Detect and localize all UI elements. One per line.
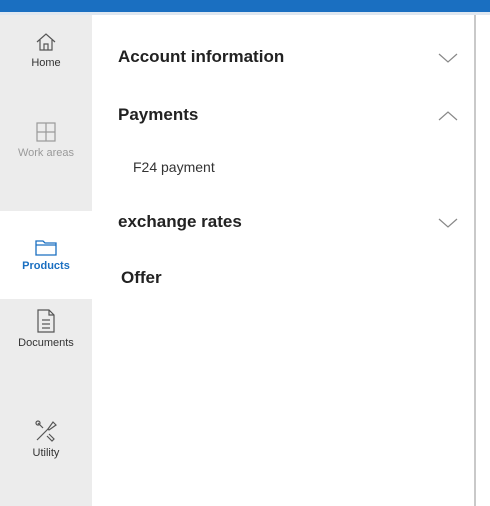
rail-item-documents[interactable]: Documents — [0, 309, 92, 349]
top-accent-bar — [0, 0, 490, 12]
rail-label-utility: Utility — [32, 447, 60, 459]
rail-label-home: Home — [31, 57, 61, 69]
rail-item-products[interactable]: Products — [0, 211, 92, 299]
rail-item-home[interactable]: Home — [0, 31, 92, 69]
rail-item-work-areas[interactable]: Work areas — [0, 121, 92, 159]
menu-item-f24-payment[interactable]: F24 payment — [133, 159, 215, 175]
rail-label-products: Products — [22, 260, 70, 272]
folder-icon — [35, 238, 57, 256]
section-title: Account information — [118, 47, 285, 66]
chevron-down-icon — [438, 216, 458, 234]
home-icon — [35, 31, 57, 53]
side-navigation-rail: Home Work areas Products Documents Utili… — [0, 15, 92, 506]
rail-label-documents: Documents — [18, 337, 74, 349]
section-title: Offer — [121, 268, 162, 287]
grid-icon — [35, 121, 57, 143]
section-title: Payments — [118, 105, 199, 124]
tools-icon — [34, 419, 58, 443]
chevron-down-icon — [438, 51, 458, 69]
rail-item-utility[interactable]: Utility — [0, 419, 92, 459]
chevron-up-icon — [438, 109, 458, 127]
menu-section-account-information[interactable]: Account information — [118, 46, 458, 76]
panel-border — [474, 15, 476, 506]
document-icon — [36, 309, 56, 333]
section-title: exchange rates — [118, 212, 242, 231]
menu-section-exchange-rates[interactable]: exchange rates — [118, 211, 458, 241]
menu-section-offer[interactable]: Offer — [121, 267, 461, 297]
rail-label-work-areas: Work areas — [17, 147, 75, 159]
menu-section-payments[interactable]: Payments — [118, 104, 458, 134]
